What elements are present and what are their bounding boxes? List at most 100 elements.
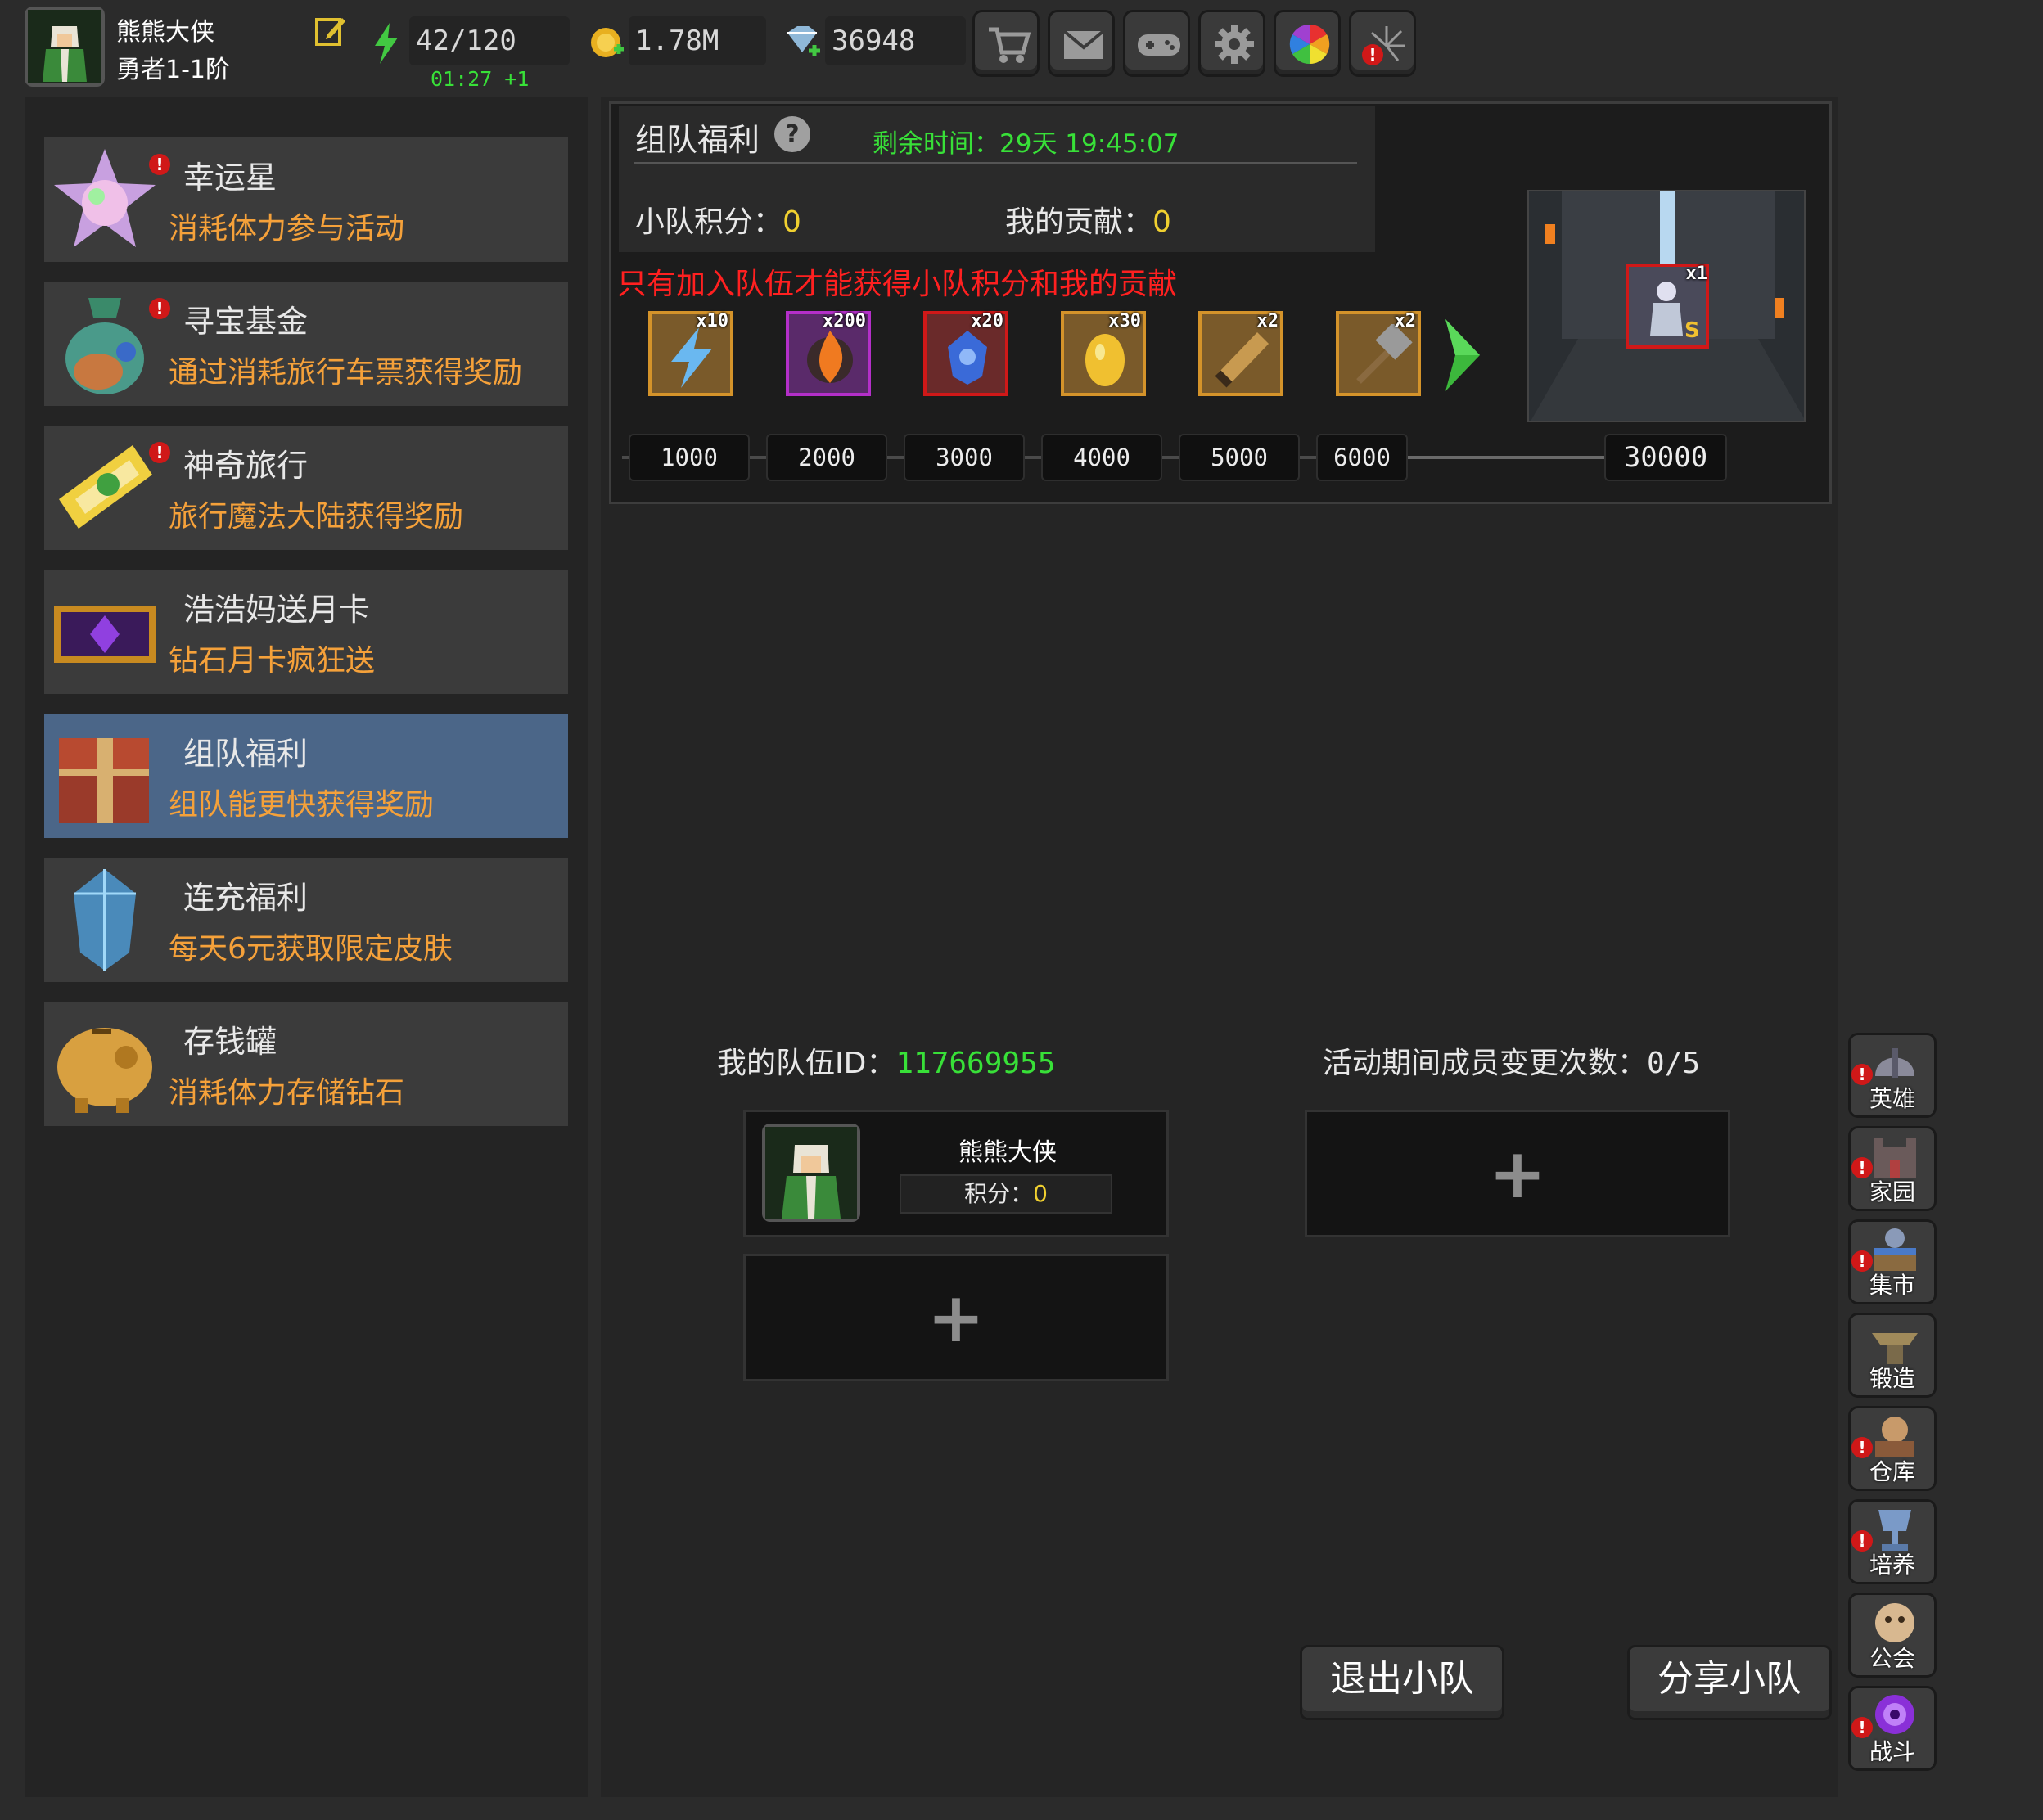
svg-text:?: ? [785, 120, 799, 149]
sidebar-item-month-card[interactable]: 浩浩妈送月卡 钻石月卡疯狂送 [44, 570, 568, 694]
sidebar-item-recharge-bonus[interactable]: 连充福利 每天6元获取限定皮肤 [44, 858, 568, 982]
helmet-icon [1875, 1048, 1914, 1078]
sidebar-item-title: 浩浩妈送月卡 [183, 592, 371, 628]
gear-icon [1215, 25, 1254, 64]
lightning-icon [671, 327, 712, 388]
gold-coin-icon [589, 25, 625, 61]
reward-slot-6[interactable]: x2 [1336, 311, 1421, 396]
divider [634, 162, 1357, 164]
reward-slot-1[interactable]: x10 [648, 311, 733, 396]
threshold-6: 6000 [1316, 434, 1408, 481]
plus-icon: + [1488, 1133, 1547, 1214]
rail-label: 仓库 [1869, 1458, 1915, 1485]
sidebar-item-magic-travel[interactable]: ! 神奇旅行 旅行魔法大陆获得奖励 [44, 426, 568, 550]
alert-badge: ! [1851, 1157, 1873, 1178]
alert-badge: ! [1851, 1250, 1873, 1272]
member-avatar [762, 1124, 860, 1222]
remaining-value: 29天 19:45:07 [999, 129, 1179, 159]
remaining-time: 剩余时间：29天 19:45:07 [873, 123, 1179, 160]
member-name: 熊熊大侠 [958, 1138, 1057, 1167]
scroll-icon [1215, 332, 1269, 388]
sidebar-item-title: 神奇旅行 [183, 448, 309, 484]
alert-badge: ! [149, 154, 170, 175]
reward-slot-5[interactable]: x2 [1198, 311, 1283, 396]
reward-slot-3[interactable]: x20 [923, 311, 1008, 396]
contribution-value: 0 [1152, 205, 1171, 239]
edit-name-icon[interactable] [314, 15, 347, 47]
team-id-value: 117669955 [895, 1047, 1056, 1080]
sidebar-item-team-bonus[interactable]: 组队福利 组队能更快获得奖励 [44, 714, 568, 838]
help-icon[interactable]: ? [773, 115, 812, 154]
reward-count: x20 [971, 311, 1003, 331]
leave-team-button[interactable]: 退出小队 [1300, 1645, 1504, 1720]
trophy-icon [1878, 1510, 1911, 1551]
reward-count: x10 [696, 311, 728, 331]
sidebar-item-piggy-bank[interactable]: 存钱罐 消耗体力存储钻石 [44, 1002, 568, 1126]
sidebar-item-treasure-fund[interactable]: ! 寻宝基金 通过消耗旅行车票获得奖励 [44, 282, 568, 406]
travel-ticket-icon [51, 434, 159, 542]
blue-crystal-icon [948, 331, 987, 385]
rail-label: 公会 [1869, 1645, 1915, 1672]
stamina-timer: 01:27 +1 [431, 67, 530, 91]
sidebar-item-title: 连充福利 [183, 880, 309, 916]
threshold-5: 5000 [1179, 434, 1300, 481]
settings-button[interactable] [1198, 10, 1265, 77]
rail-button-guild[interactable]: 公会 [1848, 1592, 1937, 1678]
alert-badge: ! [1851, 1437, 1873, 1458]
sidebar-item-lucky-star[interactable]: ! 幸运星 消耗体力参与活动 [44, 137, 568, 262]
sidebar-item-title: 寻宝基金 [183, 304, 309, 340]
add-member-slot-2[interactable]: + [743, 1254, 1169, 1381]
rail-label: 锻造 [1869, 1365, 1915, 1392]
member-changes: 活动期间成员变更次数：0/5 [1323, 1039, 1700, 1082]
sidebar-item-desc: 组队能更快获得奖励 [169, 788, 435, 822]
market-icon [1874, 1228, 1916, 1271]
svg-text:S: S [1684, 318, 1700, 343]
contribution-label: 我的贡献： [1005, 205, 1153, 239]
month-card-icon [51, 578, 159, 686]
portal-icon [1875, 1695, 1914, 1734]
team-id-label: 我的队伍ID： [717, 1047, 896, 1080]
rail-label: 集市 [1869, 1272, 1915, 1299]
rail-button-forge[interactable]: 锻造 [1848, 1313, 1937, 1398]
rail-label: 战斗 [1869, 1738, 1915, 1765]
reward-slot-2[interactable]: x200 [786, 311, 871, 396]
threshold-grand: 30000 [1604, 434, 1727, 481]
alert-badge: ! [1851, 1064, 1873, 1085]
player-rank: 勇者1-1阶 [116, 56, 230, 84]
team-member-card[interactable]: 熊熊大侠 积分：0 [743, 1110, 1169, 1237]
player-avatar[interactable] [25, 7, 105, 87]
events-button[interactable] [1349, 10, 1416, 77]
member-changes-value: 0/5 [1647, 1047, 1701, 1080]
team-score-value: 0 [782, 205, 801, 239]
cart-icon [989, 27, 1031, 63]
shop-button[interactable] [972, 10, 1040, 77]
anvil-icon [1872, 1333, 1918, 1364]
reward-count: x1 [1685, 264, 1708, 284]
mail-button[interactable] [1048, 10, 1115, 77]
threshold-4: 4000 [1041, 434, 1162, 481]
member-score-value: 0 [1033, 1180, 1048, 1207]
events-alert-badge: ! [1362, 44, 1383, 65]
diamond-value: 36948 [832, 25, 916, 57]
sidebar-item-desc: 旅行魔法大陆获得奖励 [169, 500, 464, 534]
threshold-3: 3000 [904, 434, 1025, 481]
next-arrow-icon[interactable] [1441, 314, 1483, 396]
lucky-star-icon [51, 146, 159, 254]
add-member-slot-1[interactable]: + [1305, 1110, 1730, 1237]
diamond-icon [782, 25, 822, 61]
member-changes-label: 活动期间成员变更次数： [1323, 1047, 1648, 1080]
piggy-bank-icon [51, 1010, 159, 1118]
reward-slot-4[interactable]: x30 [1061, 311, 1146, 396]
sidebar-item-desc: 消耗体力参与活动 [169, 212, 405, 246]
rail-label: 英雄 [1869, 1085, 1915, 1112]
reward-count: x30 [1108, 311, 1141, 331]
alert-badge: ! [149, 442, 170, 463]
reward-count: x2 [1394, 311, 1417, 331]
palette-button[interactable] [1274, 10, 1341, 77]
games-button[interactable] [1123, 10, 1190, 77]
sidebar-item-title: 组队福利 [183, 736, 309, 772]
grand-prize-slot[interactable]: S x1 [1626, 264, 1709, 349]
share-team-button[interactable]: 分享小队 [1627, 1645, 1832, 1720]
threshold-2: 2000 [766, 434, 887, 481]
crystal-icon [51, 866, 159, 974]
